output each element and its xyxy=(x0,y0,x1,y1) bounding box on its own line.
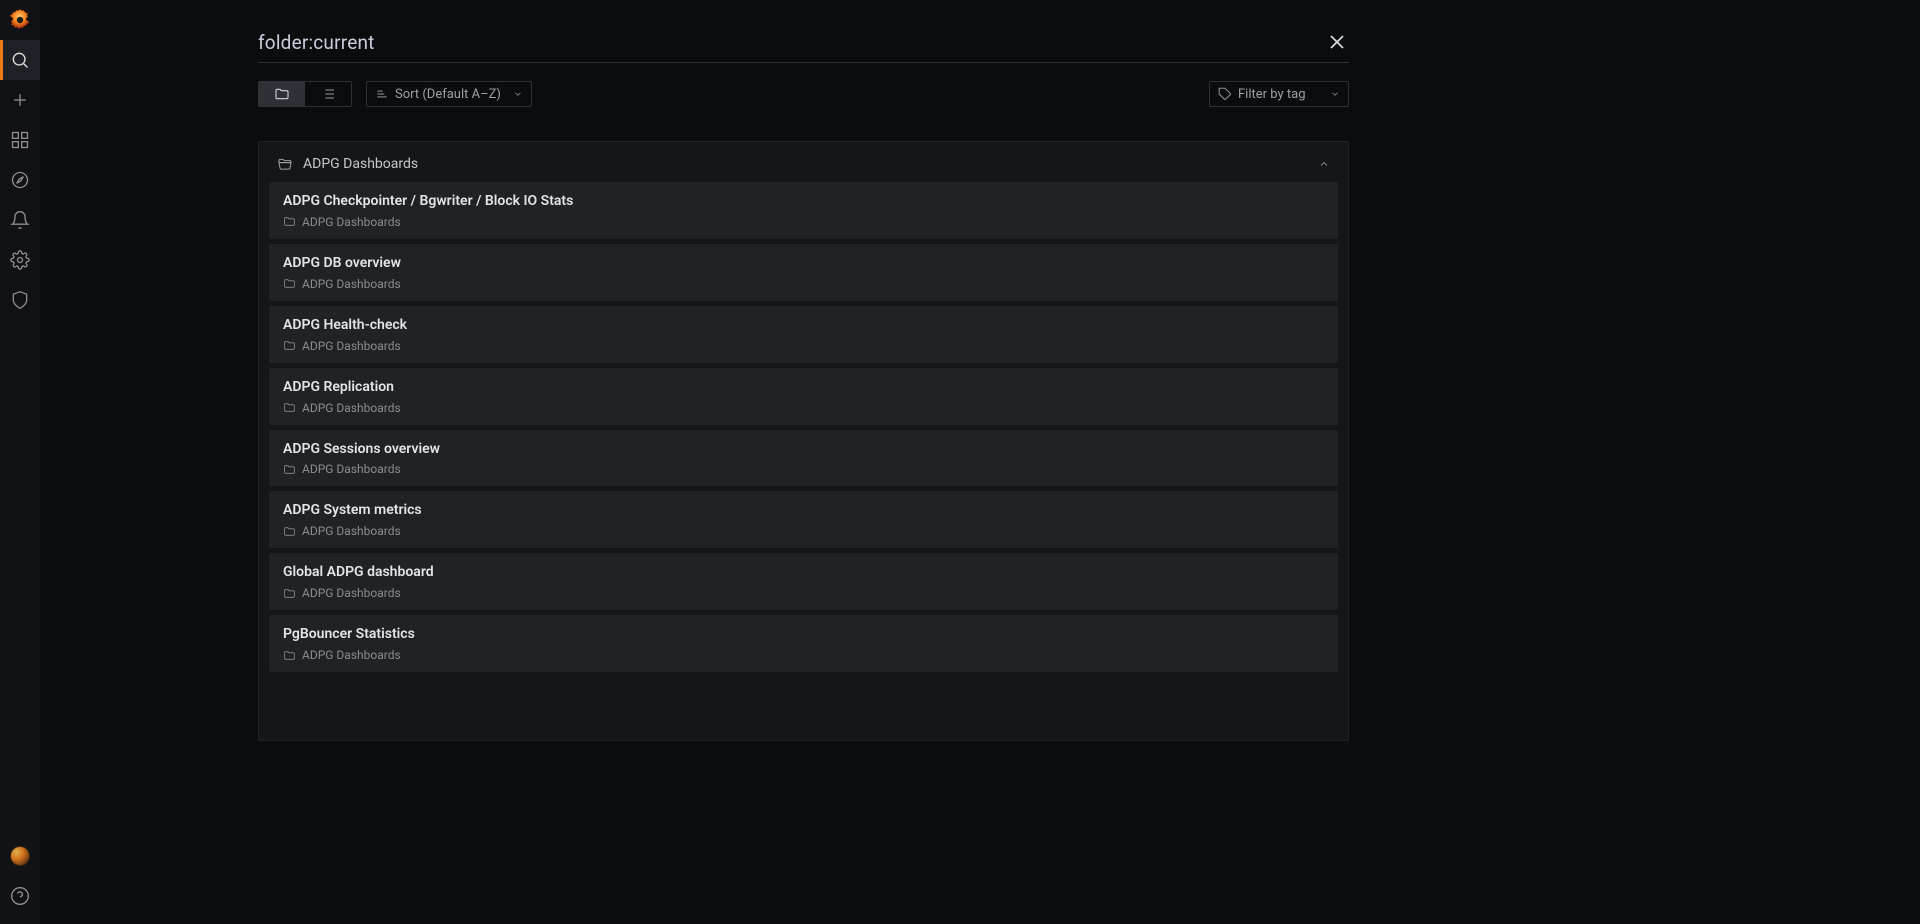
dashboard-folder-label: ADPG Dashboards xyxy=(302,401,401,415)
dashboard-folder-label: ADPG Dashboards xyxy=(302,215,401,229)
dashboard-folder: ADPG Dashboards xyxy=(283,339,1324,353)
dashboard-folder-label: ADPG Dashboards xyxy=(302,277,401,291)
dashboard-folder: ADPG Dashboards xyxy=(283,401,1324,415)
folder-icon xyxy=(283,215,296,228)
dashboard-item[interactable]: ADPG Replication ADPG Dashboards xyxy=(269,368,1338,425)
nav-create[interactable] xyxy=(0,80,40,120)
dashboard-title: ADPG DB overview xyxy=(283,254,1324,273)
nav-dashboards[interactable] xyxy=(0,120,40,160)
dashboard-item[interactable]: PgBouncer Statistics ADPG Dashboards xyxy=(269,615,1338,672)
dashboard-title: Global ADPG dashboard xyxy=(283,563,1324,582)
folder-icon xyxy=(283,587,296,600)
close-button[interactable] xyxy=(1325,30,1349,54)
dashboard-folder: ADPG Dashboards xyxy=(283,586,1324,600)
sort-label: Sort (Default A–Z) xyxy=(395,87,501,102)
dashboard-folder-label: ADPG Dashboards xyxy=(302,648,401,662)
dashboard-item[interactable]: ADPG Checkpointer / Bgwriter / Block IO … xyxy=(269,182,1338,239)
nav-user-avatar[interactable] xyxy=(0,836,40,876)
dashboard-folder: ADPG Dashboards xyxy=(283,524,1324,538)
filter-tag-select[interactable]: Filter by tag xyxy=(1209,81,1349,107)
dashboard-folder-label: ADPG Dashboards xyxy=(302,462,401,476)
folder-icon xyxy=(283,277,296,290)
results-panel: ADPG Dashboards ADPG Checkpointer / Bgwr… xyxy=(258,141,1349,741)
chevron-down-icon xyxy=(1330,89,1340,99)
dashboard-title: ADPG Health-check xyxy=(283,316,1324,335)
dashboard-folder-label: ADPG Dashboards xyxy=(302,339,401,353)
sort-icon xyxy=(375,87,389,101)
folder-icon xyxy=(283,401,296,414)
folder-icon xyxy=(283,463,296,476)
dashboard-folder: ADPG Dashboards xyxy=(283,277,1324,291)
dashboard-item[interactable]: ADPG Sessions overview ADPG Dashboards xyxy=(269,430,1338,487)
avatar xyxy=(10,846,30,866)
side-nav xyxy=(0,0,40,924)
dashboard-title: ADPG Checkpointer / Bgwriter / Block IO … xyxy=(283,192,1324,211)
dashboard-item[interactable]: ADPG System metrics ADPG Dashboards xyxy=(269,491,1338,548)
folder-icon xyxy=(283,649,296,662)
folder-name: ADPG Dashboards xyxy=(303,156,418,172)
view-folder-button[interactable] xyxy=(259,82,305,106)
dashboard-list: ADPG Checkpointer / Bgwriter / Block IO … xyxy=(259,182,1348,672)
folder-open-icon xyxy=(277,156,293,172)
nav-alerting[interactable] xyxy=(0,200,40,240)
dashboard-item[interactable]: ADPG Health-check ADPG Dashboards xyxy=(269,306,1338,363)
sort-select[interactable]: Sort (Default A–Z) xyxy=(366,81,532,107)
filter-tag-label: Filter by tag xyxy=(1238,87,1306,102)
grafana-logo[interactable] xyxy=(0,0,40,40)
folder-header[interactable]: ADPG Dashboards xyxy=(259,142,1348,182)
search-underline xyxy=(258,62,1349,63)
folder-icon xyxy=(274,86,290,102)
search-input[interactable]: folder:current xyxy=(258,31,1325,54)
nav-search[interactable] xyxy=(0,40,40,80)
chevron-down-icon xyxy=(513,89,523,99)
dashboard-folder-label: ADPG Dashboards xyxy=(302,524,401,538)
dashboard-item[interactable]: ADPG DB overview ADPG Dashboards xyxy=(269,244,1338,301)
nav-server-admin[interactable] xyxy=(0,280,40,320)
tag-icon xyxy=(1218,87,1232,101)
dashboard-folder-label: ADPG Dashboards xyxy=(302,586,401,600)
nav-configuration[interactable] xyxy=(0,240,40,280)
view-toggle-group xyxy=(258,81,352,107)
dashboard-folder: ADPG Dashboards xyxy=(283,648,1324,662)
chevron-up-icon xyxy=(1318,158,1330,170)
dashboard-title: ADPG System metrics xyxy=(283,501,1324,520)
dashboard-title: PgBouncer Statistics xyxy=(283,625,1324,644)
nav-explore[interactable] xyxy=(0,160,40,200)
view-list-button[interactable] xyxy=(305,82,351,106)
nav-help[interactable] xyxy=(0,876,40,916)
dashboard-title: ADPG Replication xyxy=(283,378,1324,397)
folder-icon xyxy=(283,339,296,352)
dashboard-item[interactable]: Global ADPG dashboard ADPG Dashboards xyxy=(269,553,1338,610)
dashboard-folder: ADPG Dashboards xyxy=(283,462,1324,476)
dashboard-folder: ADPG Dashboards xyxy=(283,215,1324,229)
close-icon xyxy=(1325,30,1349,54)
search-overlay: folder:current Sort (Default A–Z) Filter… xyxy=(258,24,1349,741)
list-icon xyxy=(320,86,336,102)
folder-icon xyxy=(283,525,296,538)
dashboard-title: ADPG Sessions overview xyxy=(283,440,1324,459)
